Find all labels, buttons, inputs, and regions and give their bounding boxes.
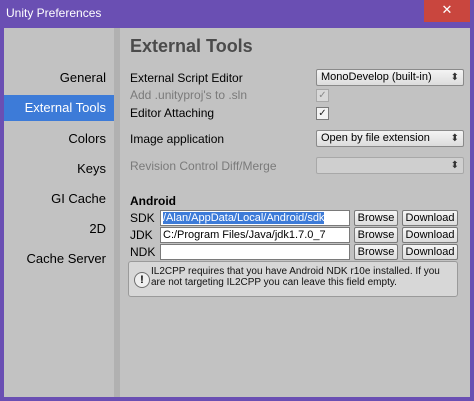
add-unityproj-label: Add .unityproj's to .sln [130, 88, 248, 102]
external-tools-panel: External Tools External Script Editor Mo… [120, 28, 470, 397]
sidebar-item-gi-cache[interactable]: GI Cache [4, 186, 114, 212]
ndk-browse-button[interactable]: Browse [354, 244, 398, 260]
il2cpp-help-box: ! IL2CPP requires that you have Android … [128, 261, 458, 297]
sidebar-item-cache-server[interactable]: Cache Server [4, 246, 114, 272]
ndk-label: NDK [130, 245, 156, 259]
window-title: Unity Preferences [6, 6, 102, 20]
jdk-download-button[interactable]: Download [402, 227, 458, 243]
jdk-label: JDK [130, 228, 153, 242]
check-icon: ✓ [318, 108, 327, 119]
script-editor-value: MonoDevelop (built-in) [321, 71, 432, 83]
sidebar-item-2d[interactable]: 2D [4, 216, 114, 242]
il2cpp-help-text: IL2CPP requires that you have Android ND… [151, 266, 440, 288]
android-section-title: Android [130, 194, 176, 208]
editor-attaching-label: Editor Attaching [130, 106, 215, 120]
check-icon: ✓ [318, 90, 327, 101]
add-unityproj-checkbox[interactable]: ✓ [316, 89, 329, 102]
window-frame-bottom [0, 397, 474, 401]
sidebar-item-keys[interactable]: Keys [4, 156, 114, 182]
close-button[interactable]: ✕ [424, 0, 470, 22]
image-application-value: Open by file extension [321, 132, 430, 144]
info-icon: ! [134, 272, 150, 288]
ndk-download-button[interactable]: Download [402, 244, 458, 260]
image-application-dropdown[interactable]: Open by file extension ⬍ [316, 130, 464, 147]
chevron-updown-icon: ⬍ [450, 160, 459, 171]
ndk-path-input[interactable] [160, 244, 350, 260]
sdk-path-value: /Alan/AppData/Local/Android/sdk [163, 212, 325, 224]
script-editor-label: External Script Editor [130, 71, 243, 85]
sdk-path-input[interactable]: /Alan/AppData/Local/Android/sdk [160, 210, 350, 226]
window-frame-right [470, 28, 474, 401]
chevron-updown-icon: ⬍ [450, 72, 459, 83]
jdk-path-input[interactable]: C:/Program Files/Java/jdk1.7.0_7 [160, 227, 350, 243]
sdk-label: SDK [130, 211, 155, 225]
script-editor-dropdown[interactable]: MonoDevelop (built-in) ⬍ [316, 69, 464, 86]
sidebar-item-external-tools[interactable]: External Tools [4, 95, 114, 121]
title-bar: Unity Preferences ✕ [0, 0, 474, 28]
revision-control-dropdown[interactable]: ⬍ [316, 157, 464, 174]
chevron-updown-icon: ⬍ [450, 133, 459, 144]
jdk-browse-button[interactable]: Browse [354, 227, 398, 243]
preferences-sidebar: General External Tools Colors Keys GI Ca… [4, 28, 114, 397]
page-title: External Tools [130, 36, 253, 56]
close-icon: ✕ [441, 2, 453, 17]
revision-control-label: Revision Control Diff/Merge [130, 159, 277, 173]
sdk-browse-button[interactable]: Browse [354, 210, 398, 226]
sidebar-item-colors[interactable]: Colors [4, 126, 114, 152]
sdk-download-button[interactable]: Download [402, 210, 458, 226]
editor-attaching-checkbox[interactable]: ✓ [316, 107, 329, 120]
sidebar-item-general[interactable]: General [4, 65, 114, 91]
jdk-path-value: C:/Program Files/Java/jdk1.7.0_7 [163, 229, 326, 241]
image-application-label: Image application [130, 132, 225, 146]
